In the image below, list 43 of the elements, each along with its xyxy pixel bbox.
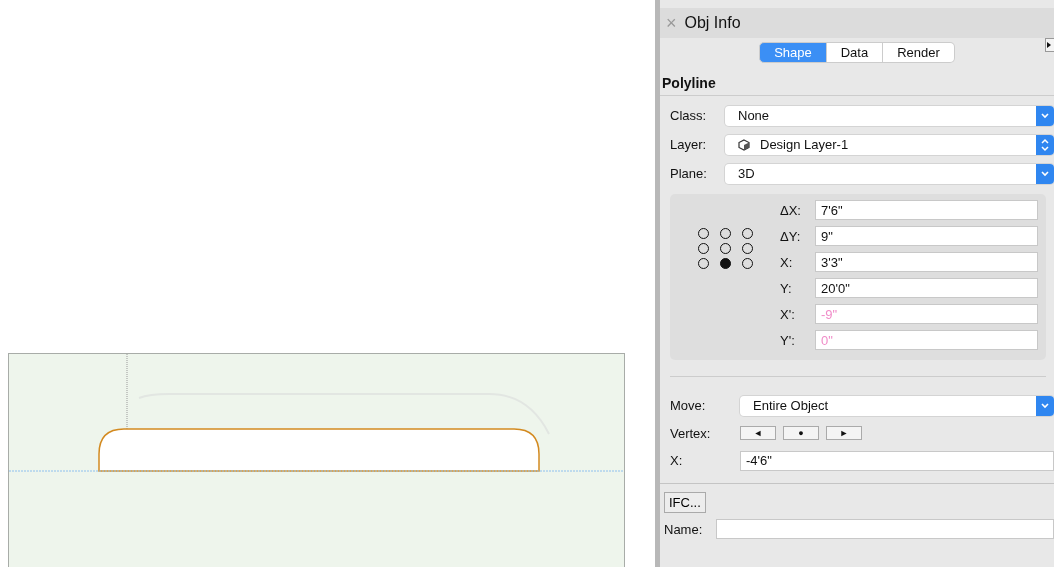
field-label: Name: (664, 521, 704, 537)
field-label: Y: (780, 280, 793, 296)
palette-title: Obj Info (684, 14, 741, 32)
dropdown[interactable]: None (725, 105, 1054, 126)
dropdown-value: Entire Object (753, 398, 829, 413)
vertex-button[interactable]: ◄ (740, 426, 776, 440)
field-label: ΔY: (780, 228, 802, 244)
field-label: Y': (780, 332, 796, 348)
field-label: X: (670, 453, 684, 468)
field-label: Vertex: (670, 425, 712, 441)
name-field[interactable] (716, 519, 1054, 539)
cube-icon (738, 138, 750, 151)
triangle-right-icon (1046, 41, 1052, 49)
dropdown-value: None (738, 108, 770, 123)
field-label: Plane: (670, 166, 708, 181)
input-field[interactable]: 20'0" (815, 278, 1038, 298)
object-type-heading: Polyline (660, 71, 1054, 96)
palette-menu-button[interactable] (1045, 38, 1054, 52)
dropdown-value: Design Layer-1 (760, 137, 849, 152)
field-label: Move: (670, 398, 707, 413)
ifc-button[interactable]: IFC... (664, 492, 706, 513)
vertex-button[interactable]: ► (826, 426, 862, 440)
dropdown[interactable]: Design Layer-1 (725, 134, 1054, 155)
chevron-down-icon (1040, 111, 1050, 120)
anchor-point[interactable] (719, 258, 731, 269)
tab[interactable]: Data (826, 42, 884, 63)
field-label: ΔX: (780, 202, 802, 218)
input-field[interactable]: 3'3" (815, 252, 1038, 272)
field-label: Class: (670, 108, 708, 123)
vertex-button[interactable]: ● (783, 426, 819, 440)
input-field[interactable]: 7'6" (815, 200, 1038, 220)
field-label: X': (780, 306, 796, 322)
chevron-down-icon (1040, 401, 1050, 410)
dropdown-value: 3D (738, 166, 755, 181)
field-label: Layer: (670, 137, 708, 152)
input-field[interactable]: -4'6" (740, 450, 1054, 471)
tab[interactable]: Render (883, 42, 955, 63)
dropdown[interactable]: Entire Object (740, 395, 1054, 416)
stepper-arrows-icon (1040, 137, 1050, 152)
dropdown[interactable]: 3D (725, 163, 1054, 184)
input-field[interactable]: 9" (815, 226, 1038, 246)
field-label: X: (780, 254, 794, 270)
chevron-down-icon (1040, 169, 1050, 178)
